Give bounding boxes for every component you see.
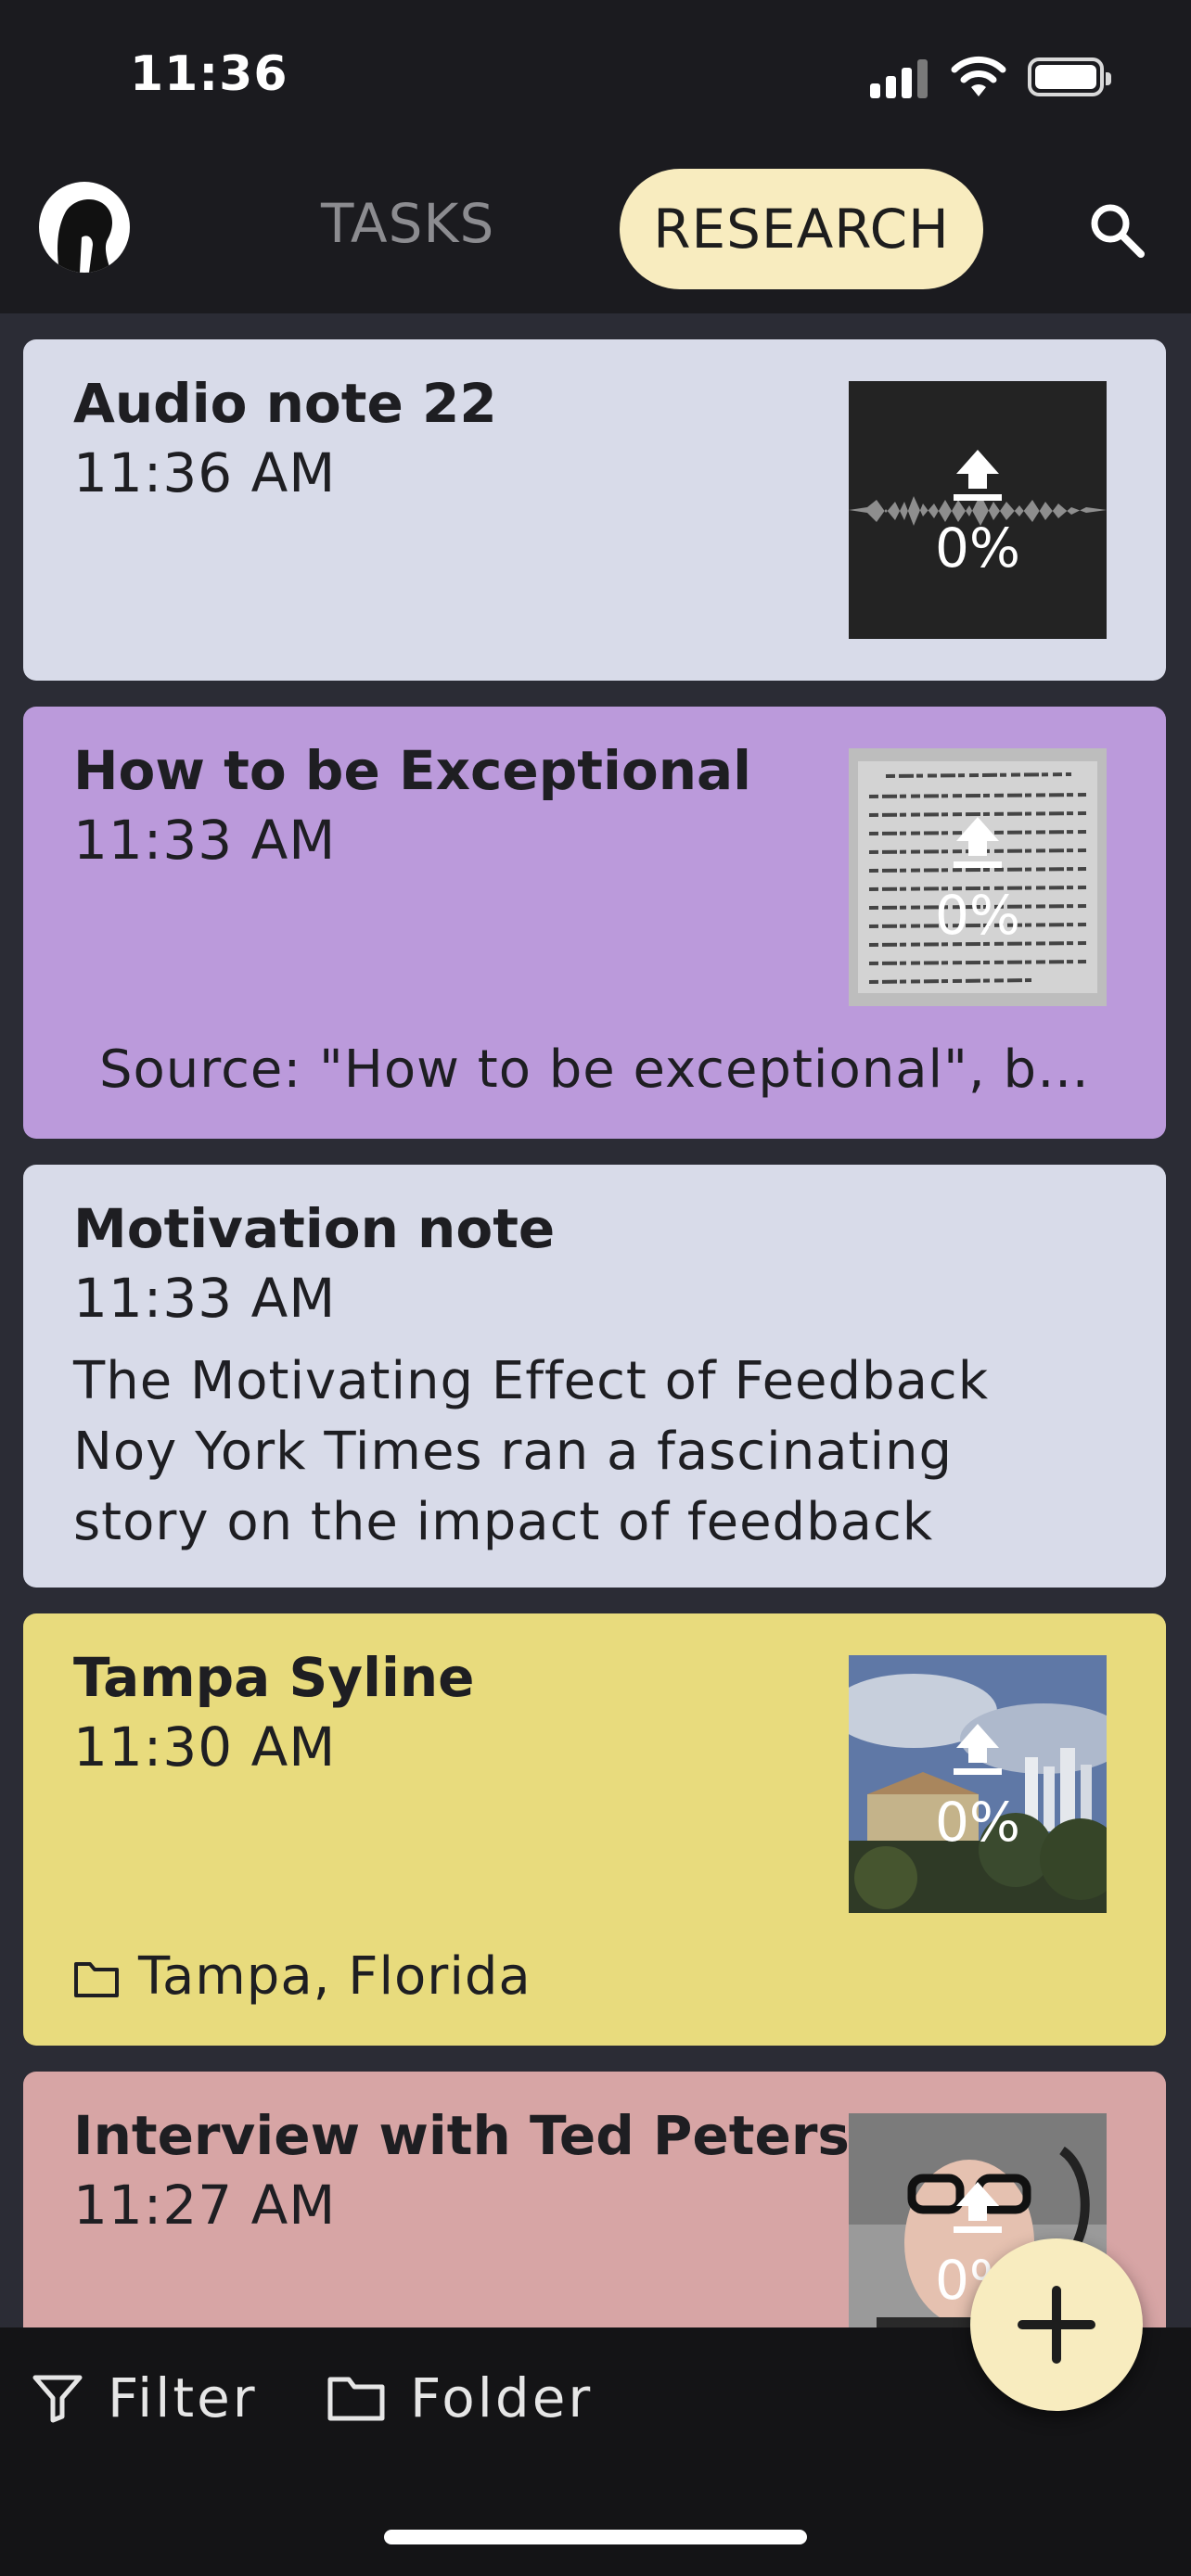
folder-icon xyxy=(74,1962,119,1997)
folder-icon xyxy=(327,2377,385,2421)
upload-icon xyxy=(954,1724,1002,1775)
note-folder: Tampa, Florida xyxy=(138,1946,531,2007)
battery-icon xyxy=(1028,57,1111,96)
folder-label: Folder xyxy=(410,2366,594,2429)
note-title: Tampa Syline xyxy=(73,1646,475,1709)
status-time: 11:36 xyxy=(130,46,288,102)
note-body-line: Noy York Times ran a fascinating xyxy=(73,1422,954,1482)
upload-progress: 0% xyxy=(934,884,1020,947)
note-card-tampa[interactable]: Tampa Syline 11:30 AM 0% Tampa, Florida xyxy=(23,1613,1166,2046)
upload-icon xyxy=(954,450,1002,501)
folder-button[interactable]: Folder xyxy=(327,2366,593,2429)
audio-waveform-thumbnail: 0% xyxy=(849,381,1107,639)
note-title: How to be Exceptional xyxy=(73,739,752,802)
profile-avatar[interactable] xyxy=(39,182,130,273)
tab-tasks[interactable]: TASKS xyxy=(321,192,494,255)
add-note-button[interactable] xyxy=(970,2238,1143,2411)
wifi-icon xyxy=(951,56,1006,96)
plus-icon xyxy=(1018,2286,1095,2364)
upload-progress: 0% xyxy=(934,1791,1020,1854)
document-thumbnail: 0% xyxy=(849,748,1107,1006)
note-card-audio[interactable]: Audio note 22 11:36 AM 0% xyxy=(23,339,1166,681)
upload-icon xyxy=(954,817,1002,868)
note-body-line: story on the impact of feedback xyxy=(73,1492,934,1552)
note-time: 11:33 AM xyxy=(73,1267,337,1330)
research-screen: 11:36 TASKS RESEARCH Audio note 22 11:36… xyxy=(0,0,1191,2576)
home-indicator[interactable] xyxy=(384,2530,807,2544)
search-icon[interactable] xyxy=(1087,200,1146,260)
note-time: 11:33 AM xyxy=(73,809,337,872)
note-title: Audio note 22 xyxy=(73,372,497,435)
note-time: 11:30 AM xyxy=(73,1715,337,1779)
note-time: 11:36 AM xyxy=(73,441,337,504)
skyline-photo-thumbnail: 0% xyxy=(849,1655,1107,1913)
upload-progress: 0% xyxy=(934,516,1020,580)
filter-icon xyxy=(32,2375,83,2423)
note-time: 11:27 AM xyxy=(73,2174,337,2237)
note-title: Interview with Ted Peters xyxy=(73,2104,850,2167)
tab-research[interactable]: RESEARCH xyxy=(620,169,983,289)
filter-button[interactable]: Filter xyxy=(32,2366,258,2429)
note-title: Motivation note xyxy=(73,1197,556,1260)
note-body-line: The Motivating Effect of Feedback xyxy=(73,1351,990,1411)
filter-label: Filter xyxy=(108,2366,258,2429)
note-card-motivation[interactable]: Motivation note 11:33 AM The Motivating … xyxy=(23,1165,1166,1588)
cellular-signal-icon xyxy=(870,57,928,98)
note-card-exceptional[interactable]: How to be Exceptional 11:33 AM 0% Source… xyxy=(23,707,1166,1139)
note-source: Source: "How to be exceptional", b… xyxy=(99,1039,1091,1100)
top-bar: 11:36 TASKS RESEARCH xyxy=(0,0,1191,313)
silhouette-icon xyxy=(58,199,112,273)
